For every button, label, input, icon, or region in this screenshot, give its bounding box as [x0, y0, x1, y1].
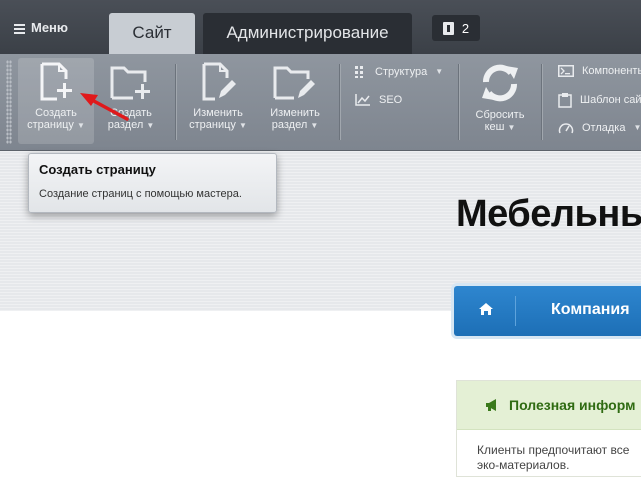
site-title: Мебельны — [456, 193, 641, 235]
chevron-down-icon: ▼ — [238, 121, 247, 130]
info-panel: Полезная информ Клиенты предпочитают все… — [456, 380, 641, 477]
components-button[interactable]: Компоненты — [558, 63, 641, 79]
debug-button[interactable]: Отладка ▼ — [558, 120, 641, 136]
reset-cache-label-2: кеш — [484, 121, 505, 133]
create-folder-icon — [110, 66, 150, 100]
chevron-down-icon: ▼ — [76, 121, 85, 130]
admin-toolbar: Создать страницу ▼ Создать раздел ▼ Изме… — [0, 54, 641, 151]
refresh-icon — [482, 64, 518, 102]
clipboard-icon — [558, 92, 572, 108]
admin-topbar: Меню Сайт Администрирование 2 — [0, 0, 641, 54]
seo-button[interactable]: SEO — [355, 92, 402, 108]
tab-site[interactable]: Сайт — [109, 13, 195, 54]
info-panel-header: Полезная информ — [457, 381, 641, 430]
hamburger-icon — [14, 23, 25, 34]
structure-label: Структура — [375, 66, 428, 78]
debug-label: Отладка — [582, 122, 626, 134]
edit-section-button[interactable]: Изменить раздел ▼ — [258, 58, 332, 144]
site-template-label: Шаблон сайта — [580, 94, 641, 106]
reset-cache-label-1: Сбросить — [475, 109, 525, 121]
create-page-button[interactable]: Создать страницу ▼ — [18, 58, 94, 144]
gauge-icon — [558, 123, 574, 134]
grid-icon — [355, 66, 363, 78]
notifications-button[interactable]: 2 — [432, 15, 480, 41]
components-label: Компоненты — [582, 65, 641, 77]
info-panel-text: Клиенты предпочитают все эко-материалов. — [477, 443, 630, 472]
structure-button[interactable]: Структура ▼ — [355, 64, 443, 80]
create-page-label-2: страницу — [27, 119, 74, 131]
edit-section-label-1: Изменить — [270, 107, 320, 119]
chevron-down-icon: ▼ — [435, 67, 444, 76]
info-panel-title: Полезная информ — [509, 397, 636, 413]
create-section-label-2: раздел — [107, 119, 144, 131]
toolbar-divider — [339, 64, 340, 140]
chevron-down-icon: ▼ — [146, 121, 155, 130]
create-page-tooltip: Создать страницу Создание страниц с помо… — [28, 153, 277, 213]
nav-divider — [515, 296, 516, 326]
menu-button[interactable]: Меню — [14, 14, 68, 42]
notifications-count: 2 — [461, 20, 470, 36]
terminal-icon — [558, 65, 574, 77]
toolbar-divider — [541, 64, 542, 140]
notification-icon — [442, 21, 454, 35]
create-section-button[interactable]: Создать раздел ▼ — [96, 58, 166, 144]
create-section-label-1: Создать — [110, 107, 152, 119]
site-navbar: Компания — [454, 286, 641, 336]
tab-administration[interactable]: Администрирование — [203, 13, 412, 54]
chevron-down-icon: ▼ — [507, 123, 516, 132]
edit-page-label-2: страницу — [189, 119, 236, 131]
seo-label: SEO — [379, 94, 403, 106]
toolbar-divider — [458, 64, 459, 140]
edit-page-button[interactable]: Изменить страницу ▼ — [183, 58, 253, 144]
tooltip-title: Создать страницу — [39, 162, 156, 177]
home-icon[interactable] — [478, 302, 494, 316]
create-page-icon — [40, 62, 72, 101]
reset-cache-button[interactable]: Сбросить кеш ▼ — [466, 58, 534, 144]
nav-link-company[interactable]: Компания — [551, 301, 630, 319]
edit-section-label-2: раздел — [271, 119, 308, 131]
site-template-button[interactable]: Шаблон сайта — [558, 92, 641, 108]
toolbar-drag-handle[interactable] — [6, 60, 12, 144]
chart-icon — [355, 94, 370, 106]
megaphone-icon — [486, 399, 496, 411]
chevron-down-icon: ▼ — [310, 121, 319, 130]
edit-folder-icon — [273, 66, 315, 100]
toolbar-divider — [175, 64, 176, 140]
chevron-down-icon: ▼ — [633, 123, 641, 132]
tooltip-text: Создание страниц с помощью мастера. — [39, 188, 242, 200]
menu-label: Меню — [31, 20, 69, 35]
edit-page-icon — [202, 62, 236, 101]
create-page-label-1: Создать — [35, 107, 77, 119]
edit-page-label-1: Изменить — [193, 107, 243, 119]
